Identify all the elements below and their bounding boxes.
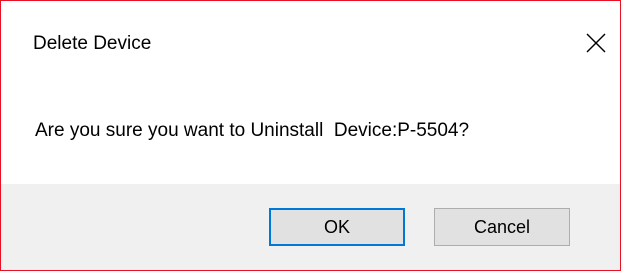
dialog-content: Are you sure you want to Uninstall Devic… <box>1 85 620 184</box>
confirmation-message: Are you sure you want to Uninstall Devic… <box>35 120 470 141</box>
close-icon <box>586 33 606 53</box>
cancel-button[interactable]: Cancel <box>434 208 570 246</box>
dialog-title: Delete Device <box>33 33 152 54</box>
dialog-footer: OK Cancel <box>1 184 620 270</box>
close-button[interactable] <box>572 21 620 65</box>
ok-button[interactable]: OK <box>269 208 405 246</box>
title-bar: Delete Device <box>1 1 620 85</box>
delete-device-dialog: Delete Device Are you sure you want to U… <box>0 0 621 271</box>
